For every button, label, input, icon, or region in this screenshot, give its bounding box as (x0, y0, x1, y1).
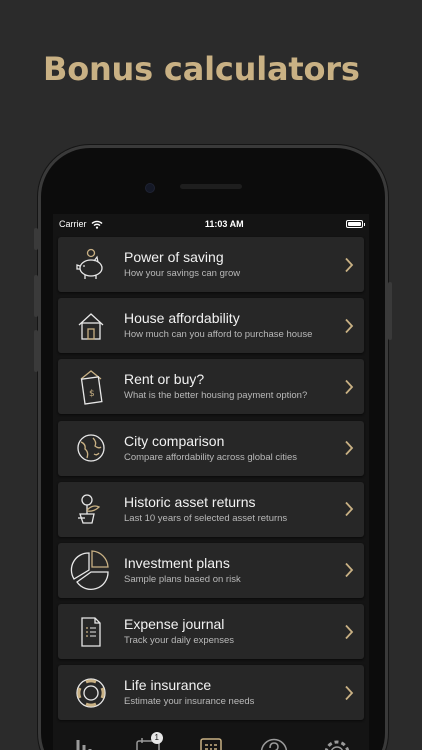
item-subtitle: Track your daily expenses (124, 635, 235, 647)
chevron-right-icon (334, 624, 364, 640)
power-button (388, 282, 392, 340)
item-title: Power of saving (124, 249, 224, 265)
item-title: Rent or buy? (124, 371, 205, 388)
carrier-label: Carrier (59, 219, 87, 229)
front-camera (145, 183, 155, 193)
chevron-right-icon (334, 562, 364, 578)
page-headline: Bonus calculators (43, 50, 360, 88)
list-item-life-insurance[interactable]: Life insurance Estimate your insurance n… (58, 665, 364, 721)
item-subtitle: What is the better housing payment optio… (124, 390, 308, 402)
calendar-badge: 1 (150, 732, 163, 744)
pie-chart-icon (58, 543, 124, 598)
volume-down-button (34, 330, 38, 372)
earpiece-speaker (180, 184, 242, 189)
chevron-right-icon (334, 440, 364, 456)
list-item-house-affordability[interactable]: House affordability How much can you aff… (58, 298, 364, 354)
coin-plant-icon (58, 482, 124, 537)
house-icon (58, 298, 124, 353)
svg-text:$: $ (89, 389, 95, 399)
settings-icon (325, 740, 350, 750)
list-item-city-comparison[interactable]: City comparison Compare affordability ac… (58, 420, 364, 476)
chevron-right-icon (334, 379, 364, 395)
list-item-investment-plans[interactable]: Investment plans Sample plans based on r… (58, 542, 364, 598)
chevron-right-icon (334, 318, 364, 334)
item-title: House affordability (124, 310, 240, 327)
help-icon (261, 738, 288, 750)
lifebuoy-icon (58, 665, 124, 720)
list-item-historic-asset-returns[interactable]: Historic asset returns Last 10 years of … (58, 481, 364, 537)
chevron-right-icon (334, 501, 364, 517)
item-subtitle: Compare affordability across global citi… (124, 451, 298, 463)
item-title: Historic asset returns (124, 493, 256, 510)
item-subtitle: Sample plans based on risk (124, 573, 241, 585)
tab-calculator[interactable] (196, 738, 226, 750)
tab-help[interactable] (259, 738, 289, 750)
list-item-rent-or-buy[interactable]: $ Rent or buy? What is the better housin… (58, 359, 364, 415)
bar-chart-icon (76, 740, 92, 750)
status-time: 11:03 AM (204, 219, 244, 229)
item-title: Life insurance (124, 677, 212, 694)
list-item-power-of-saving[interactable]: Power of saving How your savings can gro… (58, 237, 364, 292)
battery-icon (345, 220, 365, 228)
volume-up-button (34, 275, 38, 317)
calculator-icon (200, 738, 222, 750)
journal-icon (58, 604, 124, 659)
item-title: City comparison (124, 432, 225, 449)
list-item-expense-journal[interactable]: Expense journal Track your daily expense… (58, 604, 364, 660)
item-title: Investment plans (124, 554, 230, 571)
tab-bar: 1 (53, 730, 369, 750)
item-subtitle: How your savings can grow (124, 268, 241, 279)
item-subtitle: Last 10 years of selected asset returns (124, 512, 288, 524)
chevron-right-icon (334, 685, 364, 701)
globe-icon (58, 421, 124, 476)
mute-switch (34, 228, 38, 250)
item-subtitle: Estimate your insurance needs (124, 696, 255, 708)
calculator-list: Power of saving How your savings can gro… (53, 234, 369, 721)
tab-calendar[interactable]: 1 (133, 732, 163, 750)
item-title: Expense journal (124, 616, 225, 633)
house-document-icon: $ (58, 359, 124, 414)
chevron-right-icon (334, 257, 364, 273)
tab-stats[interactable] (70, 738, 100, 750)
wifi-icon (91, 220, 103, 229)
item-subtitle: How much can you afford to purchase hous… (124, 329, 313, 341)
piggy-bank-icon (58, 237, 124, 292)
tab-settings[interactable] (322, 738, 352, 750)
status-bar: Carrier 11:03 AM (53, 214, 369, 234)
app-screen: Carrier 11:03 AM Power of saving How you… (53, 214, 369, 750)
